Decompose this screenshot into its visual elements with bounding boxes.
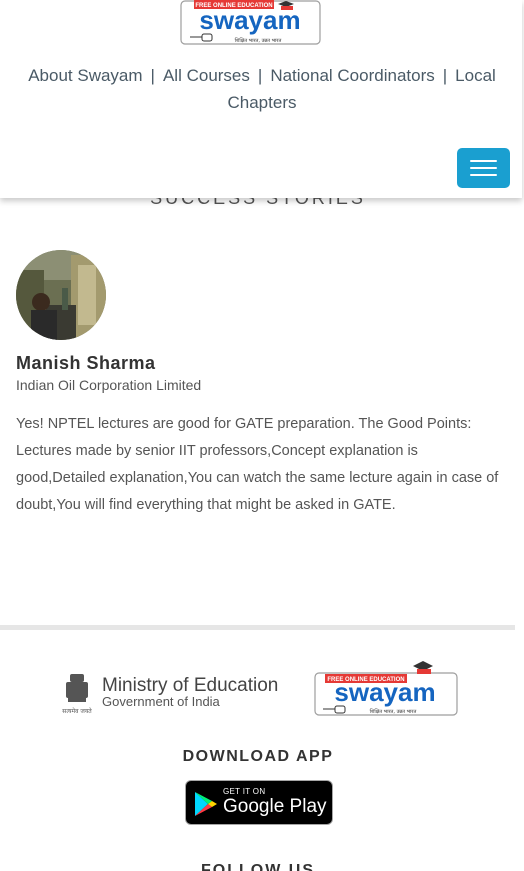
- nav-about-swayam[interactable]: About Swayam: [28, 66, 142, 85]
- google-play-label: Google Play: [223, 796, 327, 817]
- svg-text:swayam: swayam: [334, 677, 435, 707]
- story-author-name: Manish Sharma: [16, 353, 156, 373]
- section-divider: [0, 625, 515, 630]
- nav-national-coordinators[interactable]: National Coordinators: [270, 66, 434, 85]
- svg-text:शिक्षित भारत, उन्नत भारत: शिक्षित भारत, उन्नत भारत: [235, 37, 282, 44]
- story-text: Yes! NPTEL lectures are good for GATE pr…: [16, 416, 499, 513]
- google-play-icon: [195, 792, 217, 816]
- emblem-motto: सत्यमेव जयते: [62, 707, 92, 715]
- swayam-logo[interactable]: FREE ONLINE EDUCATION swayam शिक्षित भार…: [180, 0, 321, 46]
- main-nav: About Swayam | All Courses | National Coordi…: [10, 62, 514, 116]
- nav-all-courses[interactable]: All Courses: [163, 66, 250, 85]
- nav-separator: |: [442, 66, 448, 85]
- ministry-line2: Government of India: [102, 694, 221, 709]
- svg-text:शिक्षित भारत, उन्नत भारत: शिक्षित भारत, उन्नत भारत: [370, 708, 417, 715]
- hamburger-menu-icon: [470, 160, 497, 162]
- hamburger-menu-button[interactable]: [457, 148, 510, 188]
- get-it-on-label: GET IT ON: [223, 787, 266, 796]
- avatar: [16, 250, 106, 340]
- ministry-line1: Ministry of Education: [102, 675, 278, 696]
- google-play-button[interactable]: GET IT ON Google Play: [185, 780, 333, 825]
- story-author-organization: Indian Oil Corporation Limited: [16, 377, 202, 393]
- follow-us-heading: FOLLOW US: [201, 862, 315, 871]
- nav-separator: |: [150, 66, 155, 85]
- swayam-footer-logo[interactable]: FREE ONLINE EDUCATION swayam शिक्षित भार…: [313, 659, 459, 719]
- nav-separator: |: [257, 66, 263, 85]
- download-app-heading: DOWNLOAD APP: [182, 748, 334, 765]
- ministry-of-education-logo[interactable]: सत्यमेव जयते Ministry of Education Gover…: [60, 668, 286, 718]
- site-header: FREE ONLINE EDUCATION swayam शिक्षित भार…: [0, 0, 522, 198]
